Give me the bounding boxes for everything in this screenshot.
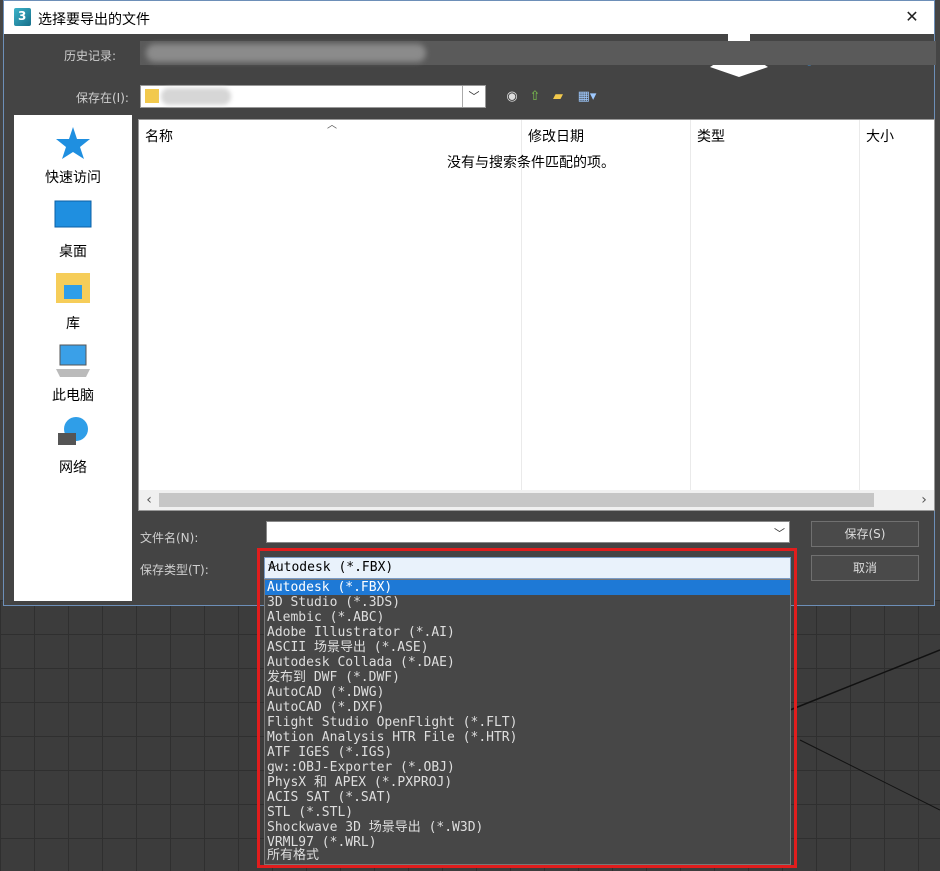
column-divider	[859, 120, 860, 492]
file-list[interactable]: ︿ 名称 修改日期 类型 大小 没有与搜索条件匹配的项。 ‹ ›	[138, 119, 935, 511]
place-label: 快速访问	[45, 170, 101, 186]
back-icon[interactable]: ◉	[504, 89, 520, 105]
place-label: 网络	[59, 460, 87, 476]
save-in-dropdown[interactable]: ﹀	[140, 85, 486, 108]
save-in-blurred-value	[161, 88, 231, 105]
desktop-icon	[54, 199, 92, 235]
scroll-right-icon[interactable]: ›	[914, 490, 934, 510]
cancel-button[interactable]: 取消	[811, 555, 919, 581]
export-file-dialog: 3 选择要导出的文件 ✕ Engine World . CN 历史记录: 保存在…	[3, 0, 936, 606]
app-icon: 3	[14, 8, 31, 26]
column-divider	[690, 120, 691, 492]
new-folder-icon[interactable]: ▰	[550, 89, 566, 105]
column-divider	[521, 120, 522, 492]
chevron-down-icon[interactable]: ﹀	[462, 86, 485, 107]
scroll-left-icon[interactable]: ‹	[139, 490, 159, 510]
computer-icon	[54, 343, 92, 379]
save-in-label: 保存在(I):	[76, 91, 129, 105]
library-icon	[54, 271, 92, 307]
column-name[interactable]: 名称	[145, 126, 173, 146]
star-icon	[54, 125, 92, 161]
scroll-thumb[interactable]	[159, 493, 874, 507]
horizontal-scrollbar[interactable]: ‹ ›	[139, 490, 934, 510]
filename-label: 文件名(N):	[140, 531, 199, 545]
column-date-modified[interactable]: 修改日期	[528, 126, 584, 146]
save-button[interactable]: 保存(S)	[811, 521, 919, 547]
place-label: 桌面	[59, 244, 87, 260]
place-label: 此电脑	[52, 388, 94, 404]
chevron-down-icon[interactable]: ﹀	[774, 525, 785, 541]
close-icon[interactable]: ✕	[900, 5, 924, 29]
place-network[interactable]: 网络	[14, 415, 132, 477]
filename-input[interactable]: ﹀	[266, 521, 790, 543]
highlight-callout-box	[257, 548, 797, 868]
dialog-title: 选择要导出的文件	[38, 12, 150, 28]
place-quick-access[interactable]: 快速访问	[14, 125, 132, 187]
folder-icon	[145, 89, 159, 103]
place-this-pc[interactable]: 此电脑	[14, 343, 132, 405]
column-type[interactable]: 类型	[697, 126, 725, 146]
up-folder-icon[interactable]: ⇧	[527, 89, 543, 105]
history-blurred-value	[146, 44, 426, 62]
filetype-label: 保存类型(T):	[140, 563, 209, 577]
network-icon	[54, 415, 92, 451]
history-label: 历史记录:	[64, 49, 117, 63]
history-dropdown[interactable]	[140, 41, 936, 65]
place-library[interactable]: 库	[14, 271, 132, 333]
column-size[interactable]: 大小	[866, 126, 894, 146]
title-bar: 3 选择要导出的文件 ✕	[4, 1, 934, 34]
place-label: 库	[66, 316, 80, 332]
empty-message: 没有与搜索条件匹配的项。	[447, 155, 615, 171]
places-bar: 快速访问 桌面 库 此电脑 网络	[14, 115, 132, 601]
place-desktop[interactable]: 桌面	[14, 199, 132, 261]
view-menu-icon[interactable]: ▦▾	[574, 89, 600, 105]
sort-up-icon: ︿	[327, 120, 337, 131]
